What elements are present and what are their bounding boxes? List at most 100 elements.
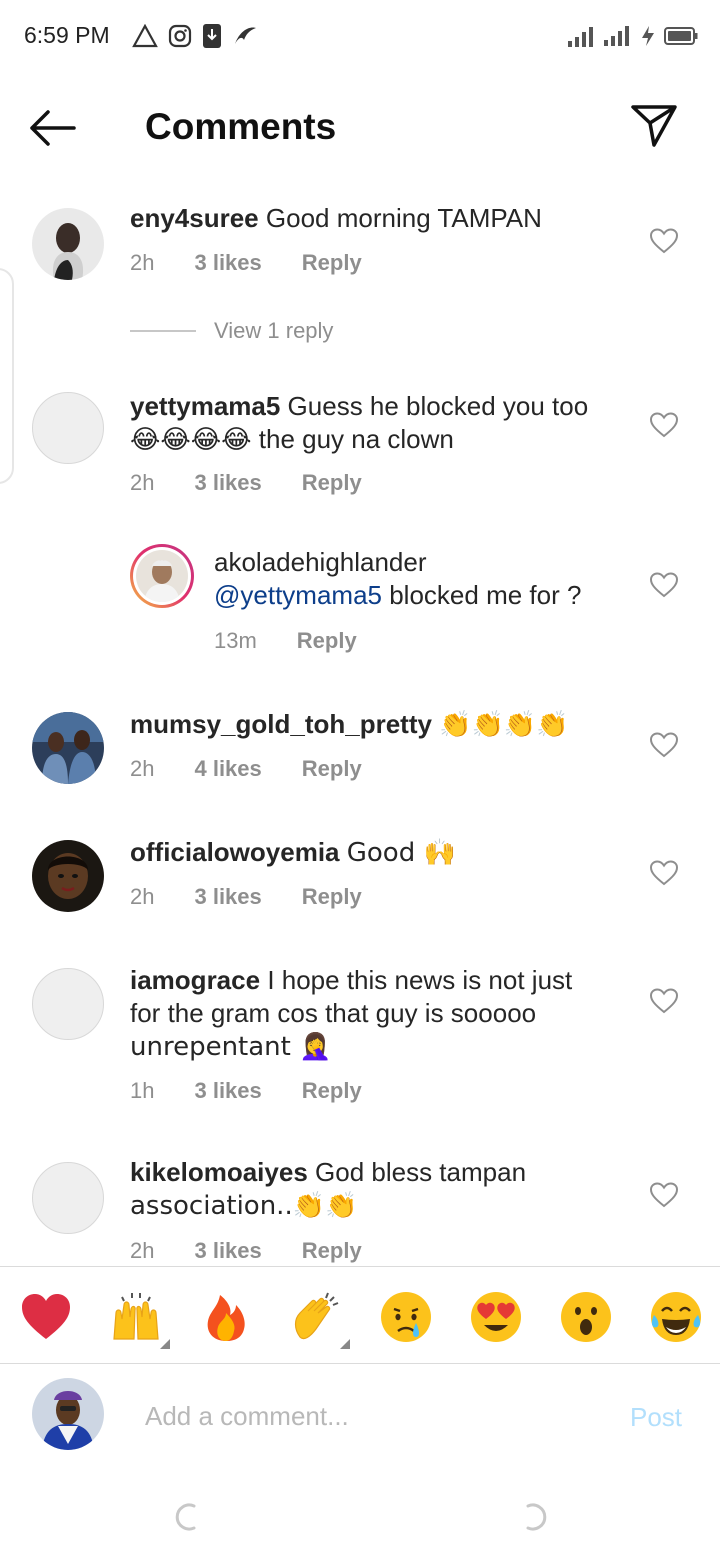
comment-meta: 2h 4 likes Reply xyxy=(130,756,362,782)
avatar[interactable] xyxy=(32,712,104,784)
heart-icon[interactable] xyxy=(650,572,678,598)
download-icon xyxy=(203,24,221,48)
comment-time: 2h xyxy=(130,884,155,909)
reply-item: akoladehighlander @yettymama5 blocked me… xyxy=(0,540,720,670)
heart-eyes-emoji[interactable] xyxy=(468,1289,524,1345)
comment-text: kikelomoaiyes God bless tampan associati… xyxy=(130,1157,527,1221)
comment-meta: 2h 3 likes Reply xyxy=(130,470,362,496)
comment-text: iamograce I hope this news is not just f… xyxy=(130,965,573,1062)
comment-username[interactable]: akoladehighlander xyxy=(214,547,427,577)
comment-meta: 2h 3 likes Reply xyxy=(130,1238,362,1264)
comment-text: akoladehighlander @yettymama5 blocked me… xyxy=(214,547,582,610)
comment-likes[interactable]: 3 likes xyxy=(194,884,261,910)
bird-app-icon xyxy=(235,27,256,44)
status-time: 6:59 PM xyxy=(24,22,110,48)
comment-item: kikelomoaiyes God bless tampan associati… xyxy=(0,1154,720,1264)
comment-text: mumsy_gold_toh_pretty 👏👏👏👏 xyxy=(130,709,569,740)
crying-face-emoji[interactable] xyxy=(378,1289,434,1345)
variant-indicator xyxy=(340,1339,350,1349)
avatar[interactable] xyxy=(32,968,104,1040)
avatar[interactable] xyxy=(32,208,104,280)
heart-icon[interactable] xyxy=(650,1182,678,1208)
signal-icon xyxy=(568,27,593,47)
signal-2-icon xyxy=(604,26,629,46)
mention-link[interactable]: @yettymama5 xyxy=(214,580,382,610)
view-replies-label: View 1 reply xyxy=(214,318,334,343)
red-heart-emoji[interactable] xyxy=(18,1289,74,1345)
comment-item: mumsy_gold_toh_pretty 👏👏👏👏 2h 4 likes Re… xyxy=(0,704,720,804)
heart-icon[interactable] xyxy=(650,412,678,438)
reply-button[interactable]: Reply xyxy=(302,250,362,276)
comment-time: 2h xyxy=(130,470,155,495)
back-gesture-icon[interactable] xyxy=(170,1500,204,1534)
comment-input[interactable] xyxy=(145,1394,585,1438)
divider xyxy=(130,330,196,332)
avatar[interactable] xyxy=(130,544,194,608)
comment-username[interactable]: officialowoyemia xyxy=(130,837,340,867)
view-replies-button[interactable]: View 1 reply xyxy=(130,318,333,344)
reply-button[interactable]: Reply xyxy=(302,1238,362,1264)
comment-item: iamograce I hope this news is not just f… xyxy=(0,962,720,1112)
post-button[interactable]: Post xyxy=(630,1402,682,1433)
comment-likes[interactable]: 3 likes xyxy=(194,470,261,496)
comment-likes[interactable]: 4 likes xyxy=(194,756,261,782)
comment-time: 13m xyxy=(214,628,257,653)
header: Comments xyxy=(0,86,720,170)
comment-item: officialowoyemia Good 🙌 2h 3 likes Reply xyxy=(0,832,720,932)
avatar[interactable] xyxy=(32,1162,104,1234)
comment-meta: 2h 3 likes Reply xyxy=(130,250,362,276)
fire-emoji[interactable] xyxy=(198,1289,254,1345)
avatar[interactable] xyxy=(32,392,104,464)
charging-icon xyxy=(642,26,654,46)
comment-item: yettymama5 Guess he blocked you too 😂😂😂😂… xyxy=(0,386,720,506)
comment-time: 2h xyxy=(130,250,155,275)
forward-gesture-icon[interactable] xyxy=(518,1500,552,1534)
comment-likes[interactable]: 3 likes xyxy=(194,250,261,276)
navigation-bar xyxy=(0,1480,720,1560)
comment-time: 1h xyxy=(130,1078,155,1103)
reply-button[interactable]: Reply xyxy=(302,1078,362,1104)
page-title: Comments xyxy=(145,106,337,147)
comment-meta: 1h 3 likes Reply xyxy=(130,1078,362,1104)
comment-username[interactable]: yettymama5 xyxy=(130,391,280,421)
comment-meta: 2h 3 likes Reply xyxy=(130,884,362,910)
comment-username[interactable]: kikelomoaiyes xyxy=(130,1157,308,1187)
back-button[interactable] xyxy=(28,104,84,152)
comment-username[interactable]: eny4suree xyxy=(130,203,259,233)
heart-icon[interactable] xyxy=(650,732,678,758)
comment-item: eny4suree Good morning TAMPAN 2h 3 likes… xyxy=(0,198,720,298)
clapping-hands-emoji[interactable] xyxy=(288,1289,344,1345)
instagram-icon xyxy=(168,24,192,48)
raising-hands-emoji[interactable] xyxy=(108,1289,164,1345)
comment-likes[interactable]: 3 likes xyxy=(194,1078,261,1104)
comment-composer: Post xyxy=(0,1366,720,1476)
reply-button[interactable]: Reply xyxy=(302,470,362,496)
status-bar: 6:59 PM xyxy=(0,0,720,72)
comment-likes[interactable]: 3 likes xyxy=(194,1238,261,1264)
battery-icon xyxy=(664,27,698,45)
my-avatar xyxy=(32,1378,104,1450)
heart-icon[interactable] xyxy=(650,228,678,254)
comment-username[interactable]: mumsy_gold_toh_pretty xyxy=(130,709,432,739)
share-button[interactable] xyxy=(630,102,686,154)
comment-time: 2h xyxy=(130,1238,155,1263)
comment-text: officialowoyemia Good 🙌 xyxy=(130,837,456,868)
comment-text: eny4suree Good morning TAMPAN xyxy=(130,203,542,233)
emoji-quick-bar xyxy=(0,1266,720,1364)
comment-meta: 13m Reply xyxy=(214,628,357,654)
comment-time: 2h xyxy=(130,756,155,781)
variant-indicator xyxy=(160,1339,170,1349)
reply-button[interactable]: Reply xyxy=(302,756,362,782)
arrow-left-icon xyxy=(30,110,76,146)
warning-triangle-icon xyxy=(132,24,158,48)
notification-icons xyxy=(132,22,258,50)
reply-button[interactable]: Reply xyxy=(297,628,357,654)
surprised-face-emoji[interactable] xyxy=(558,1289,614,1345)
heart-icon[interactable] xyxy=(650,988,678,1014)
avatar[interactable] xyxy=(32,840,104,912)
paper-plane-icon xyxy=(631,105,677,147)
comment-username[interactable]: iamograce xyxy=(130,965,260,995)
heart-icon[interactable] xyxy=(650,860,678,886)
reply-button[interactable]: Reply xyxy=(302,884,362,910)
tears-of-joy-emoji[interactable] xyxy=(648,1289,704,1345)
